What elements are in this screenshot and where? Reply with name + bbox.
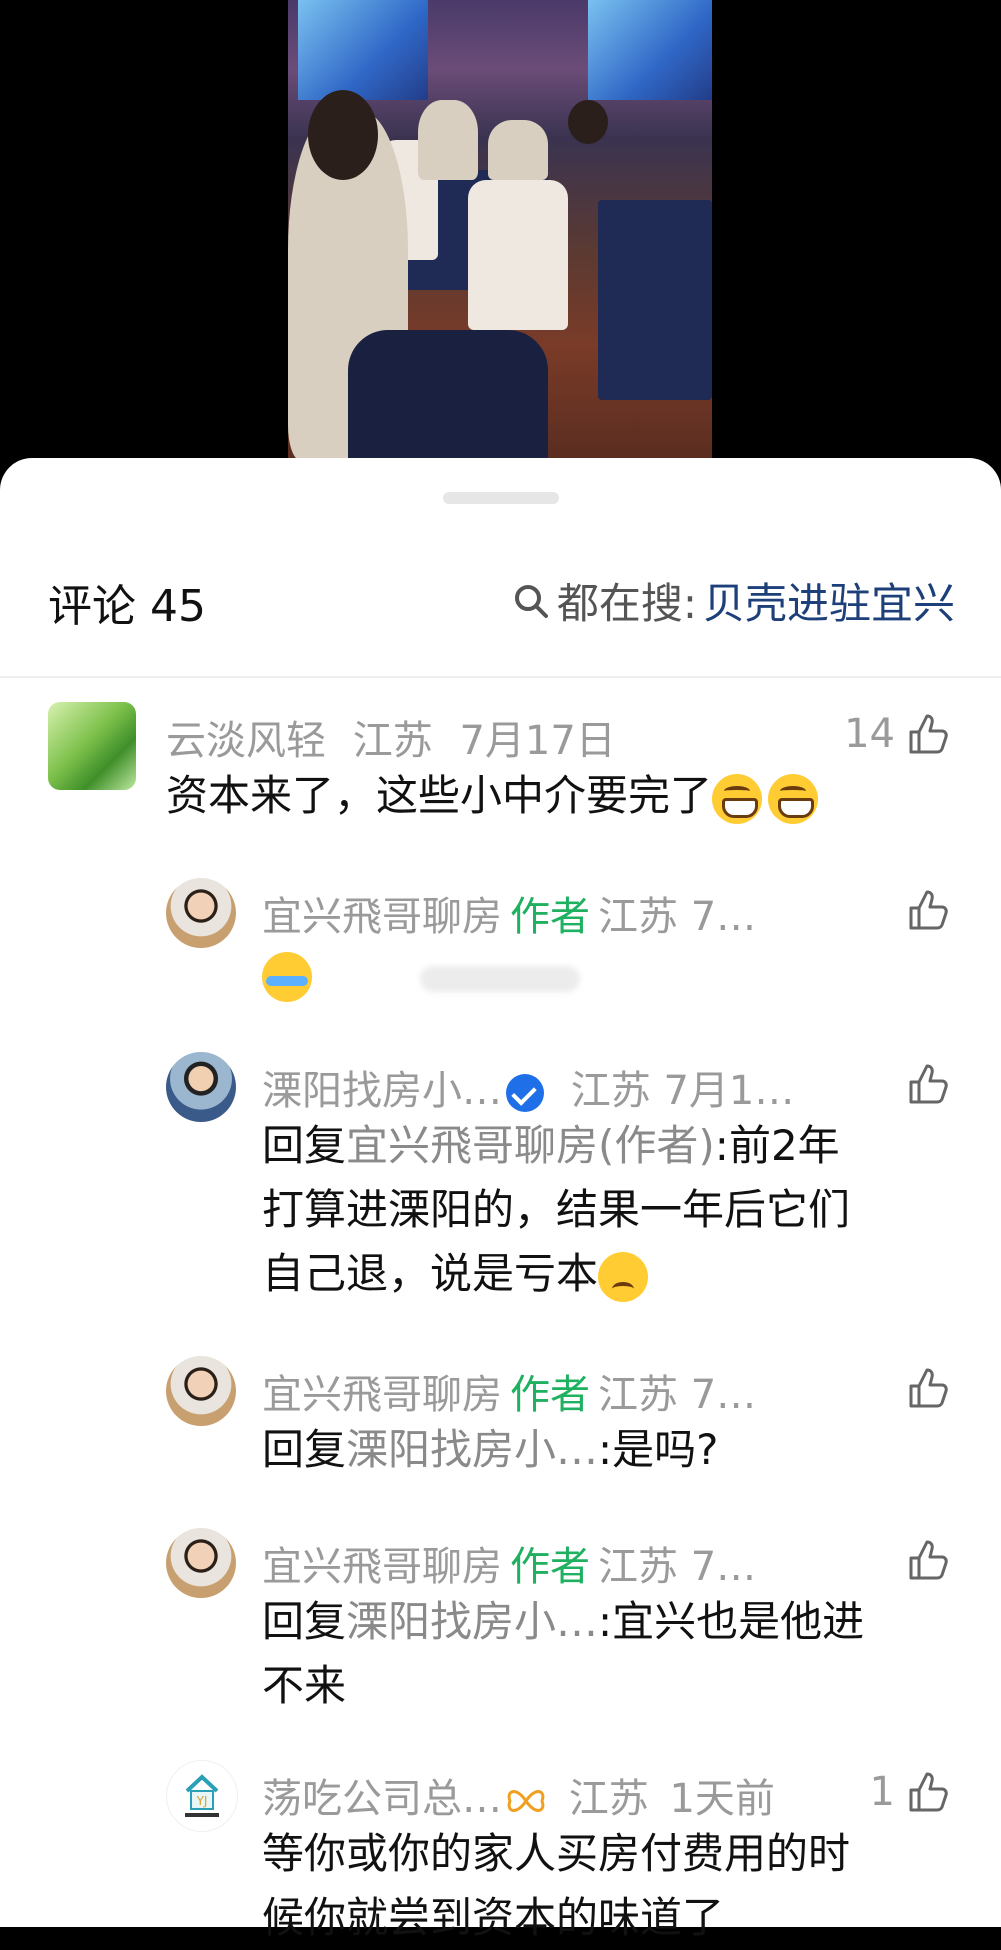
location: 江苏 <box>598 1544 678 1590</box>
avatar[interactable] <box>166 1052 236 1122</box>
like-button[interactable]: 14 <box>844 710 953 758</box>
reply-mention[interactable]: 溧阳找房小… <box>346 1597 598 1646</box>
blurred-region <box>420 966 580 992</box>
comment-meta: 宜兴飛哥聊房 作者 江苏 7… <box>262 1362 756 1420</box>
comment-text: 资本来了，这些小中介要完了 <box>166 764 819 828</box>
like-count: 14 <box>844 711 895 757</box>
thumbs-up-icon <box>909 714 948 754</box>
like-button[interactable]: 1 <box>870 1768 953 1816</box>
comment-text: 回复宜兴飛哥聊房(作者):前2年 打算进溧阳的，结果一年后它们 自己退，说是亏本 <box>262 1114 850 1306</box>
search-term[interactable]: 贝壳进驻宜兴 <box>703 570 955 631</box>
video-frame[interactable] <box>288 0 712 460</box>
comment-text: 等你或你的家人买房付费用的时 候你就尝到资本的味道了 <box>262 1829 851 1942</box>
person-head <box>308 90 378 180</box>
avatar[interactable] <box>48 702 136 790</box>
author-tag: 作者 <box>510 894 590 940</box>
location: 江苏 <box>352 718 433 764</box>
timestamp: 7… <box>690 1544 757 1590</box>
timestamp: 7… <box>690 1372 757 1418</box>
timestamp: 1天前 <box>669 1776 775 1822</box>
avatar[interactable] <box>166 1528 236 1598</box>
comment-meta: 宜兴飛哥聊房 作者 江苏 7… <box>262 1534 756 1592</box>
search-label: 都在搜: <box>556 579 697 628</box>
avatar[interactable] <box>166 1356 236 1426</box>
like-button[interactable] <box>905 886 953 934</box>
timestamp: 7月1… <box>663 1068 795 1114</box>
stage-screen <box>588 0 712 100</box>
location: 江苏 <box>598 1372 678 1418</box>
user-name[interactable]: 溧阳找房小… <box>262 1068 502 1114</box>
comment-text: 回复溧阳找房小…:宜兴也是他进 不来 <box>262 1597 865 1710</box>
user-name[interactable]: 宜兴飛哥聊房 <box>262 894 502 940</box>
like-button[interactable] <box>905 1364 953 1412</box>
author-tag: 作者 <box>510 1372 590 1418</box>
thumbs-up-icon <box>909 890 948 930</box>
search-icon <box>514 584 548 618</box>
house-logo-icon: YJ <box>185 1774 219 1817</box>
thumbs-up-icon <box>909 1540 948 1580</box>
user-name[interactable]: 云淡风轻 <box>166 718 326 764</box>
reply-item: 宜兴飛哥聊房 作者 江苏 7… 回复溧阳找房小…:宜兴也是他进 不来 <box>0 1528 1001 1728</box>
video-area[interactable] <box>0 0 1001 470</box>
thumbs-up-icon <box>909 1368 948 1408</box>
reply-item: 宜兴飛哥聊房 作者 江苏 7… 回复溧阳找房小…:是吗? <box>0 1356 1001 1486</box>
like-button[interactable] <box>905 1060 953 1108</box>
drag-handle[interactable] <box>443 492 559 504</box>
avatar[interactable]: YJ <box>166 1760 238 1832</box>
banquet-table <box>598 200 712 400</box>
verified-icon <box>506 1074 544 1112</box>
comment-header: 评论 45 都在搜: 贝壳进驻宜兴 <box>0 554 1001 634</box>
reply-item: 溧阳找房小… 江苏 7月1… 回复宜兴飛哥聊房(作者):前2年 打算进溧阳的，结… <box>0 1052 1001 1312</box>
comment-text <box>262 942 312 1006</box>
bow-icon <box>507 1790 545 1812</box>
trending-search[interactable]: 都在搜: 贝壳进驻宜兴 <box>511 570 955 631</box>
location: 江苏 <box>570 1068 651 1114</box>
comment-count-title: 评论 45 <box>48 581 206 632</box>
reply-mention[interactable]: 溧阳找房小… <box>346 1425 598 1474</box>
comment-text: 回复溧阳找房小…:是吗? <box>262 1425 719 1474</box>
user-name[interactable]: 荡吃公司总… <box>262 1776 502 1822</box>
chair <box>468 180 568 330</box>
timestamp: 7… <box>690 894 757 940</box>
comment-meta: 溧阳找房小… 江苏 7月1… <box>262 1058 794 1116</box>
sad-emoji <box>598 1251 649 1302</box>
like-button[interactable] <box>905 1536 953 1584</box>
person-head <box>568 100 608 144</box>
chair-back <box>348 330 548 460</box>
svg-text:YJ: YJ <box>196 1794 208 1808</box>
comment-meta: 云淡风轻 江苏 7月17日 <box>166 708 616 766</box>
reply-item: 宜兴飛哥聊房 作者 江苏 7… <box>0 878 1001 1018</box>
crying-laughing-emoji <box>262 951 312 1002</box>
grin-emoji <box>768 773 819 824</box>
person <box>488 120 548 180</box>
author-tag: 作者 <box>510 1544 590 1590</box>
comment-item: 云淡风轻 江苏 7月17日 14 资本来了，这些小中介要完了 <box>0 702 1001 832</box>
reply-item: YJ 荡吃公司总… 江苏 1天前 1 等你或你的家人买房付费用的时 候你就尝到资… <box>0 1760 1001 1942</box>
reply-mention[interactable]: 宜兴飛哥聊房(作者) <box>346 1121 715 1170</box>
location: 江苏 <box>598 894 678 940</box>
avatar[interactable] <box>166 878 236 948</box>
divider <box>0 676 1001 678</box>
timestamp: 7月17日 <box>459 718 616 764</box>
thumbs-up-icon <box>909 1064 948 1104</box>
like-count: 1 <box>869 1769 895 1815</box>
stage-screen <box>298 0 428 100</box>
location: 江苏 <box>568 1776 649 1822</box>
grin-emoji <box>712 773 763 824</box>
user-name[interactable]: 宜兴飛哥聊房 <box>262 1372 502 1418</box>
comment-sheet: 评论 45 都在搜: 贝壳进驻宜兴 云淡风轻 江苏 7月17日 14 资本来了，… <box>0 458 1001 1942</box>
comment-meta: 荡吃公司总… 江苏 1天前 <box>262 1766 775 1824</box>
person <box>418 100 478 180</box>
thumbs-up-icon <box>909 1772 948 1812</box>
comment-meta: 宜兴飛哥聊房 作者 江苏 7… <box>262 884 756 942</box>
user-name[interactable]: 宜兴飛哥聊房 <box>262 1544 502 1590</box>
